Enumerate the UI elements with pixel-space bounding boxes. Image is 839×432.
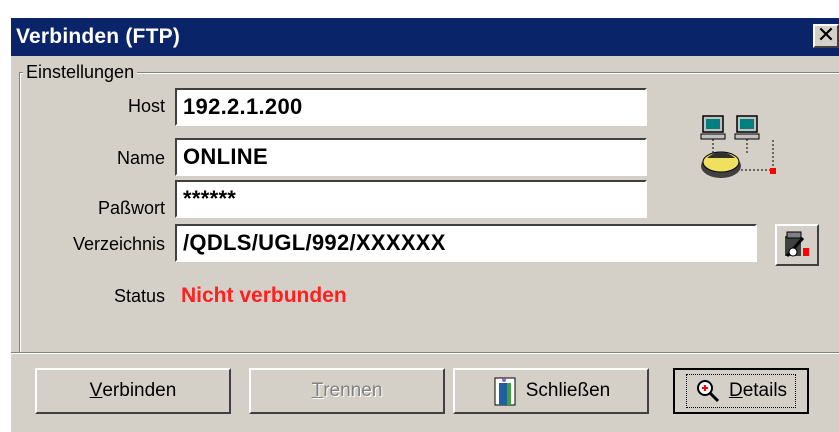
folder-tool-icon xyxy=(785,231,809,257)
name-input[interactable]: ONLINE xyxy=(175,138,647,176)
browse-directory-button[interactable] xyxy=(775,224,819,266)
disconnect-accel: T xyxy=(311,380,324,401)
close-label: Schließen xyxy=(525,380,611,401)
close-icon: ✕ xyxy=(816,22,836,47)
magnifier-icon xyxy=(696,380,720,403)
connect-label: erbinden xyxy=(102,380,177,401)
door-exit-icon xyxy=(494,377,516,406)
close-window-button[interactable]: ✕ xyxy=(813,24,839,48)
disconnect-button[interactable]: Trennen xyxy=(249,368,445,414)
status-value: Nicht verbunden xyxy=(181,284,347,307)
connect-button[interactable]: Verbinden xyxy=(35,368,231,414)
connect-accel: V xyxy=(89,380,103,401)
window-title: Verbinden (FTP) xyxy=(16,25,181,48)
status-label: Status xyxy=(113,286,165,306)
network-computers-icon xyxy=(700,115,776,178)
details-button[interactable]: Details xyxy=(673,368,809,414)
disconnect-label: rennen xyxy=(323,380,383,401)
details-focus-rect: Details xyxy=(685,374,797,408)
name-label: Name xyxy=(116,148,165,168)
directory-input[interactable]: /QDLS/UGL/992/XXXXXX xyxy=(175,224,757,262)
separator-highlight xyxy=(11,353,839,354)
host-label: Host xyxy=(127,96,165,116)
details-accel: D xyxy=(728,380,743,401)
close-button[interactable]: Schließen xyxy=(453,368,649,414)
password-label: Paßwort xyxy=(97,198,165,218)
host-input[interactable]: 192.2.1.200 xyxy=(175,88,647,126)
directory-label: Verzeichnis xyxy=(72,234,165,254)
details-label: etails xyxy=(742,380,788,401)
title-bar[interactable]: Verbinden (FTP) ✕ xyxy=(11,18,839,56)
password-input[interactable]: ****** xyxy=(175,180,647,218)
settings-group-legend: Einstellungen xyxy=(23,62,138,83)
ftp-connect-dialog: Verbinden (FTP) ✕ Einstellungen Host 192… xyxy=(9,16,839,432)
